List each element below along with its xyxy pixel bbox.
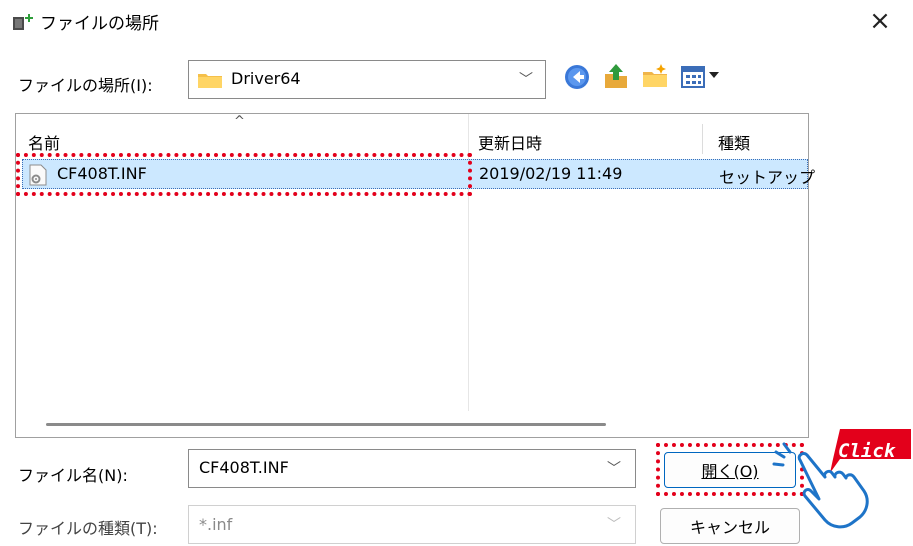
filetype-label: ファイルの種類(T): xyxy=(18,519,158,538)
window-title: ファイルの場所 xyxy=(40,14,159,34)
column-header-modified[interactable]: 更新日時 xyxy=(478,130,542,154)
folder-icon xyxy=(198,74,222,88)
column-header-type[interactable]: 種類 xyxy=(718,130,750,154)
up-folder-icon[interactable] xyxy=(603,62,629,90)
open-button-label: 開く(O) xyxy=(701,462,759,481)
view-menu-icon[interactable] xyxy=(680,64,724,90)
sort-ascending-icon: ^ xyxy=(234,114,245,129)
filetype-value: *.inf xyxy=(199,515,233,534)
close-button[interactable]: × xyxy=(860,4,900,38)
file-modified-cell: 2019/02/19 11:49 xyxy=(479,164,623,183)
pointing-hand-icon xyxy=(772,442,869,529)
title-bar: ファイルの場所 × xyxy=(0,0,913,44)
file-type-cell: セットアップ xyxy=(719,168,816,187)
location-label: ファイルの場所(I): xyxy=(18,76,153,95)
location-dropdown[interactable]: Driver64 ﹀ xyxy=(188,60,546,99)
chevron-down-icon[interactable]: ﹀ xyxy=(607,458,621,478)
chevron-down-icon: ﹀ xyxy=(607,517,621,533)
column-divider[interactable] xyxy=(702,124,703,154)
location-value: Driver64 xyxy=(231,69,301,88)
new-folder-icon[interactable] xyxy=(641,62,669,90)
filename-label: ファイル名(N): xyxy=(18,466,128,485)
back-arrow-icon[interactable] xyxy=(564,64,590,90)
app-icon xyxy=(13,14,33,30)
file-highlight-box xyxy=(16,153,472,196)
chevron-down-icon: ﹀ xyxy=(519,72,533,88)
column-header-name[interactable]: 名前 xyxy=(28,130,60,154)
scrollbar-thumb[interactable] xyxy=(46,423,606,426)
filename-value: CF408T.INF xyxy=(199,458,289,477)
horizontal-scrollbar[interactable] xyxy=(16,411,808,437)
filename-input[interactable]: CF408T.INF ﹀ xyxy=(188,449,636,488)
filetype-dropdown: *.inf ﹀ xyxy=(188,505,636,544)
